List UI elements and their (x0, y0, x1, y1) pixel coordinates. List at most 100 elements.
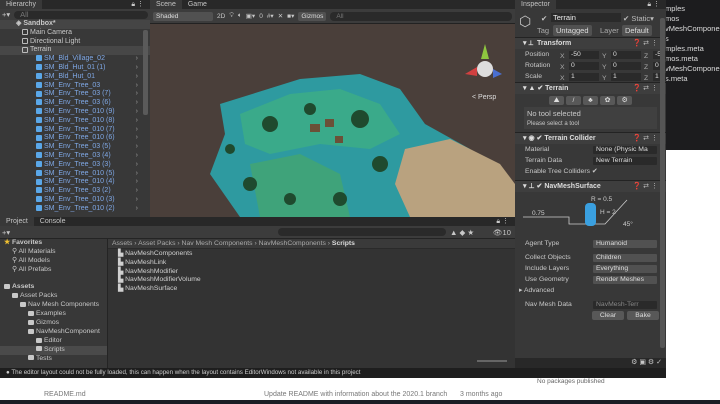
paint-trees-tool[interactable]: ♣ (583, 96, 598, 105)
2d-toggle[interactable]: 2D (217, 13, 225, 20)
layer-dropdown[interactable]: Default (622, 25, 652, 36)
y-field[interactable]: 1 (611, 72, 641, 81)
paint-details-tool[interactable]: ✿ (600, 96, 615, 105)
project-tree-item[interactable]: Nav Mesh Components (0, 301, 107, 310)
chevron-right-icon[interactable]: › (136, 134, 138, 143)
project-file[interactable]: ▙ NavMeshLink (108, 259, 515, 268)
navmesh-dropdown[interactable]: Render Meshes (593, 275, 657, 284)
paint-tool[interactable]: / (566, 96, 581, 105)
scene-search-input[interactable]: All (330, 11, 512, 21)
project-tree-item[interactable]: ⚲ All Materials (0, 248, 107, 257)
hierarchy-item[interactable]: SM_Env_Tree_03 › (0, 82, 150, 91)
add-button[interactable]: +▾ (2, 10, 10, 19)
project-tree-item[interactable]: Tests (0, 355, 107, 364)
hierarchy-item[interactable]: SM_Env_Tree_03 (3) › (0, 161, 150, 170)
lock-icon[interactable]: 🔒︎ ⋮ (647, 0, 660, 9)
project-tree-item[interactable]: ⚲ All Prefabs (0, 266, 107, 275)
active-checkbox[interactable]: ✔ (541, 14, 547, 23)
chevron-right-icon[interactable]: › (136, 143, 138, 152)
object-name-input[interactable]: Terrain (551, 13, 621, 22)
hierarchy-item[interactable]: SM_Env_Tree_010 (8) › (0, 117, 150, 126)
project-tree-item[interactable]: Scripts (0, 345, 107, 355)
inspector-footer-icons[interactable]: ⚙ ▣ ⚙ ✓ (515, 358, 666, 368)
chevron-right-icon[interactable]: › (136, 73, 138, 82)
y-field[interactable]: 0 (611, 61, 641, 70)
project-search-input[interactable] (278, 228, 446, 236)
project-file[interactable]: ▙ NavMeshModifierVolume (108, 276, 515, 285)
project-file[interactable]: ▙ NavMeshSurface (108, 285, 515, 294)
navmesh-data-field[interactable]: NavMesh-Terr (593, 300, 657, 309)
breadcrumb-item[interactable]: Scripts (332, 240, 355, 247)
terrain-data-field[interactable]: New Terrain (593, 156, 657, 165)
scene-root[interactable]: ◈ Sandbox* (0, 20, 150, 29)
chevron-right-icon[interactable]: › (136, 205, 138, 214)
project-tree-item[interactable]: ⚲ All Models (0, 257, 107, 266)
hierarchy-item[interactable]: SM_Env_Tree_010 (4) › (0, 178, 150, 187)
chevron-right-icon[interactable]: › (136, 99, 138, 108)
lock-icon[interactable]: 🔒︎ ⋮ (496, 217, 509, 226)
hierarchy-item[interactable]: SM_Env_Tree_03 (4) › (0, 152, 150, 161)
icon-size-slider[interactable] (477, 360, 507, 362)
hierarchy-item[interactable]: SM_Env_Tree_03 (5) › (0, 143, 150, 152)
filter-icons[interactable]: ▲ ◆ ★ (450, 228, 474, 237)
hierarchy-item[interactable]: SM_Env_Tree_03 (2) › (0, 187, 150, 196)
tab-scene[interactable]: Scene (150, 0, 182, 9)
chevron-right-icon[interactable]: › (136, 90, 138, 99)
project-tree-item[interactable]: Gizmos (0, 319, 107, 328)
chevron-right-icon[interactable]: › (136, 187, 138, 196)
chevron-right-icon[interactable]: › (136, 117, 138, 126)
static-toggle[interactable]: ✔ Static▾ (623, 14, 654, 23)
hierarchy-item[interactable]: SM_Env_Tree_010 (9) › (0, 108, 150, 117)
hierarchy-item[interactable]: SM_Env_Tree_010 (3) › (0, 196, 150, 205)
clear-button[interactable]: Clear (592, 311, 624, 320)
project-tree-item[interactable] (0, 275, 107, 284)
material-field[interactable]: None (Physic Ma (593, 145, 657, 154)
project-tree-item[interactable]: Assets (0, 283, 107, 292)
effects-icon[interactable]: ▣▾ (246, 12, 255, 20)
hidden-packages-count[interactable]: 👁︎10 (493, 228, 511, 237)
project-tree-item[interactable]: Examples (0, 310, 107, 319)
hierarchy-item[interactable]: SM_Env_Tree_010 (5) › (0, 170, 150, 179)
terrain-collider-header[interactable]: ▾ ◉ ✔ Terrain Collider ❓ ⇄ ⋮ (515, 133, 666, 144)
hierarchy-item[interactable]: SM_Env_Tree_03 (7) › (0, 90, 150, 99)
gizmos-dropdown[interactable]: Gizmos (298, 11, 327, 21)
project-tree-item[interactable]: NavMeshComponent (0, 328, 107, 337)
chevron-right-icon[interactable]: › (136, 196, 138, 205)
chevron-right-icon[interactable]: › (136, 82, 138, 91)
chevron-right-icon[interactable]: › (136, 64, 138, 73)
hierarchy-item[interactable]: SM_Env_Tree_03 (6) › (0, 99, 150, 108)
hierarchy-item[interactable]: Terrain (0, 46, 150, 56)
audio-icon[interactable]: 🔈︎ (238, 12, 242, 20)
chevron-right-icon[interactable]: › (136, 152, 138, 161)
camera-icon[interactable]: ■▾ (287, 12, 294, 20)
tab-inspector[interactable]: Inspector (515, 0, 556, 9)
chevron-right-icon[interactable]: › (136, 170, 138, 179)
breadcrumb-item[interactable]: Nav Mesh Components (182, 240, 253, 247)
lock-icon[interactable]: 🔒︎ ⋮ (131, 0, 144, 9)
tab-hierarchy[interactable]: Hierarchy (0, 0, 42, 9)
navmesh-dropdown[interactable]: Children (593, 253, 657, 262)
tools-icon[interactable]: ✕ (278, 12, 283, 20)
persp-label[interactable]: < Persp (472, 94, 496, 101)
chevron-right-icon[interactable]: › (136, 178, 138, 187)
lighting-icon[interactable]: 💡︎ (229, 12, 234, 20)
readme-commit[interactable]: Update README with information about the… (264, 391, 447, 398)
project-file[interactable]: ▙ NavMeshComponents (108, 250, 515, 259)
readme-name[interactable]: README.md (44, 391, 86, 398)
scene-viewport[interactable]: < Persp (150, 24, 515, 217)
shading-dropdown[interactable]: Shaded (153, 11, 213, 21)
chevron-right-icon[interactable]: › (136, 55, 138, 64)
breadcrumb-item[interactable]: NavMeshComponents (259, 240, 326, 247)
chevron-right-icon[interactable]: › (136, 108, 138, 117)
hierarchy-item[interactable]: SM_Env_Tree_010 (7) › (0, 126, 150, 135)
navmesh-header[interactable]: ▾ ⊥ ✔ NavMeshSurface ❓ ⇄ ⋮ (515, 181, 666, 192)
hierarchy-scrollbar[interactable] (143, 30, 148, 115)
navmesh-dropdown[interactable]: Humanoid (593, 239, 657, 248)
project-tree-item[interactable]: Asset Packs (0, 292, 107, 301)
tag-dropdown[interactable]: Untagged (553, 25, 592, 36)
x-field[interactable]: -50 (569, 50, 599, 59)
chevron-right-icon[interactable]: › (136, 161, 138, 170)
raise-terrain-tool[interactable]: ⛰ (549, 96, 564, 105)
breadcrumb-item[interactable]: Asset Packs (138, 240, 175, 247)
tab-game[interactable]: Game (182, 0, 213, 9)
